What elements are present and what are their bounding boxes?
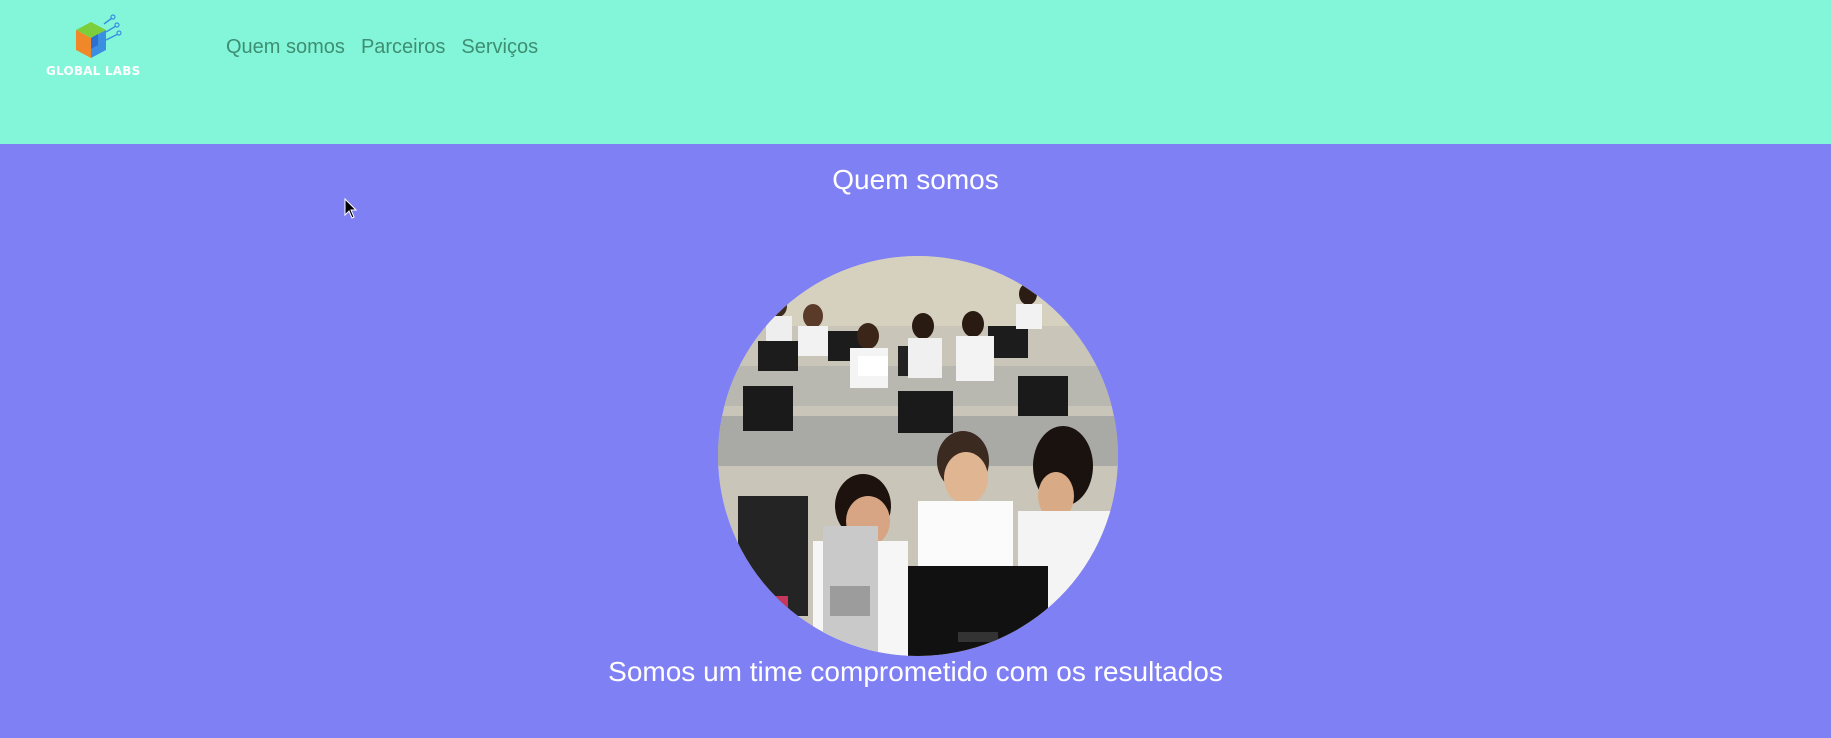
logo[interactable]: GLOBAL LABS — [46, 12, 140, 86]
team-photo — [718, 256, 1118, 656]
nav-quem-somos[interactable]: Quem somos — [226, 36, 345, 59]
cube-logo-icon — [76, 14, 122, 58]
nav-servicos[interactable]: Serviços — [461, 36, 538, 59]
section-subtitle: Somos um time comprometido com os result… — [608, 656, 1223, 687]
main-nav: Quem somos Parceiros Serviços — [226, 36, 538, 59]
site-header: GLOBAL LABS Quem somos Parceiros Serviço… — [0, 0, 1831, 144]
nav-parceiros[interactable]: Parceiros — [361, 36, 445, 59]
about-section: Quem somos Somos um time comprometido co… — [0, 144, 1831, 738]
section-title: Quem somos — [832, 164, 999, 195]
logo-text: GLOBAL LABS — [46, 64, 141, 78]
